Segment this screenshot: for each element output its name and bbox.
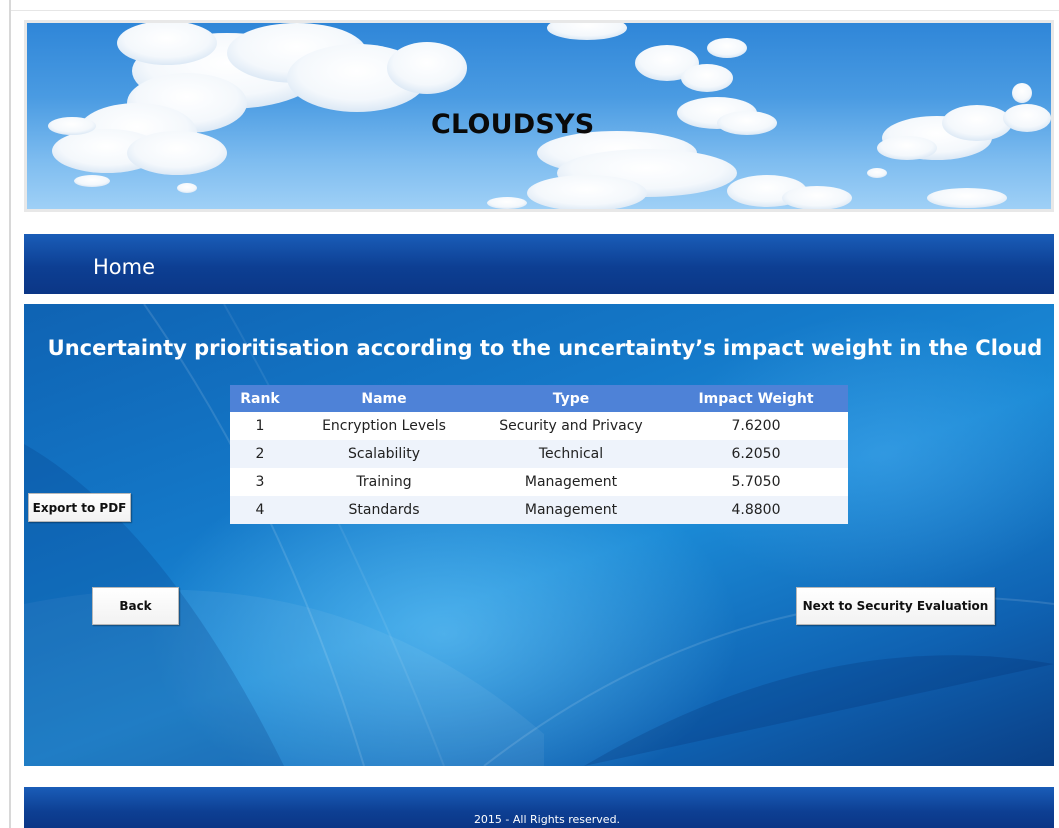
- main-content: Uncertainty prioritisation according to …: [24, 304, 1054, 766]
- cell-name: Scalability: [290, 440, 478, 468]
- cell-impact-weight: 5.7050: [664, 468, 848, 496]
- cell-type: Management: [478, 496, 664, 524]
- column-header-type: Type: [478, 385, 664, 412]
- sky-clouds-image: CLOUDSYS: [27, 23, 1051, 209]
- cell-impact-weight: 4.8800: [664, 496, 848, 524]
- column-header-rank: Rank: [230, 385, 290, 412]
- cell-rank: 3: [230, 468, 290, 496]
- cell-name: Encryption Levels: [290, 412, 478, 440]
- table-row: 2 Scalability Technical 6.2050: [230, 440, 848, 468]
- cell-type: Technical: [478, 440, 664, 468]
- site-title: CLOUDSYS: [431, 109, 595, 140]
- cell-name: Training: [290, 468, 478, 496]
- back-button[interactable]: Back: [92, 587, 179, 625]
- footer: 2015 - All Rights reserved.: [24, 787, 1054, 828]
- cell-type: Management: [478, 468, 664, 496]
- cell-rank: 2: [230, 440, 290, 468]
- page-heading: Uncertainty prioritisation according to …: [47, 336, 1043, 360]
- table-header-row: Rank Name Type Impact Weight: [230, 385, 848, 412]
- cell-rank: 4: [230, 496, 290, 524]
- next-to-security-evaluation-button[interactable]: Next to Security Evaluation: [796, 587, 995, 625]
- cell-impact-weight: 6.2050: [664, 440, 848, 468]
- table-row: 1 Encryption Levels Security and Privacy…: [230, 412, 848, 440]
- copyright-text: 2015 - All Rights reserved.: [473, 813, 621, 826]
- left-border: [9, 0, 11, 828]
- nav-bar: Home: [24, 234, 1054, 294]
- export-to-pdf-button[interactable]: Export to PDF: [28, 493, 131, 522]
- column-header-name: Name: [290, 385, 478, 412]
- cell-impact-weight: 7.6200: [664, 412, 848, 440]
- cell-type: Security and Privacy: [478, 412, 664, 440]
- background-swirl: [24, 304, 1054, 766]
- cell-rank: 1: [230, 412, 290, 440]
- impact-weight-table: Rank Name Type Impact Weight 1 Encryptio…: [230, 385, 848, 524]
- page: CLOUDSYS Home Uncertainty prioritisation…: [0, 0, 1059, 828]
- column-header-impact-weight: Impact Weight: [664, 385, 848, 412]
- table-row: 4 Standards Management 4.8800: [230, 496, 848, 524]
- nav-home-link[interactable]: Home: [93, 255, 155, 279]
- cell-name: Standards: [290, 496, 478, 524]
- header-banner: CLOUDSYS: [24, 20, 1054, 212]
- top-border: [11, 10, 1059, 11]
- table-row: 3 Training Management 5.7050: [230, 468, 848, 496]
